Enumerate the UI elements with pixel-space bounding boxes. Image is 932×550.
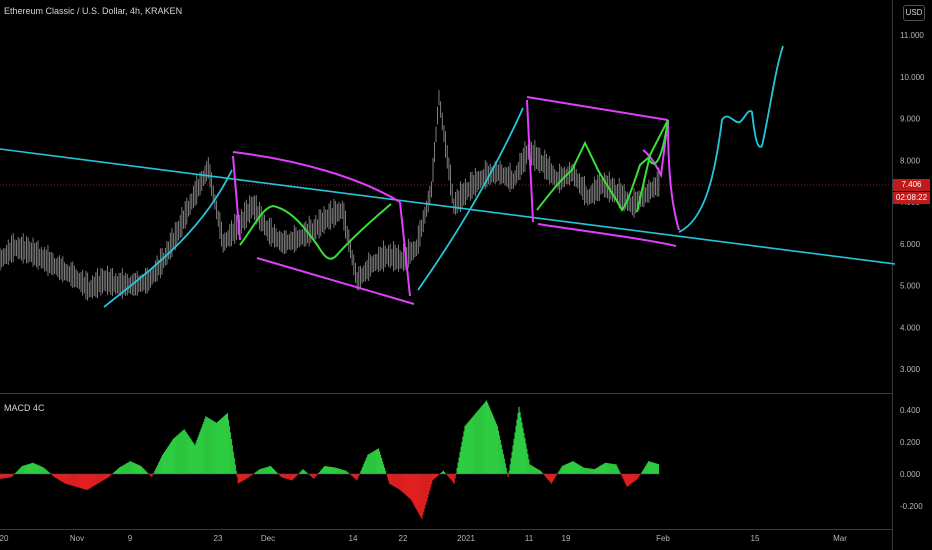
channel-line [526, 96, 669, 121]
macd-bars-layer [0, 400, 660, 519]
time-tick-label: Nov [70, 534, 84, 543]
macd-tick-label: 0.200 [900, 438, 921, 447]
price-tick-label: 5.000 [900, 282, 921, 291]
price-tick-label: 4.000 [900, 323, 921, 332]
last-price-tag: 7.406 [893, 179, 930, 191]
time-tick-label: 14 [349, 534, 358, 543]
price-tick-label: 10.000 [900, 73, 925, 82]
price-tick-label: 8.000 [900, 156, 921, 165]
macd-tick-label: -0.200 [900, 502, 923, 511]
time-tick-label: 15 [751, 534, 760, 543]
macd-bar [358, 474, 360, 476]
time-tick-label: 20 [0, 534, 9, 543]
time-axis: 20 Nov 9 23 Dec 14 22 2021 11 19 Feb 15 Mar [0, 534, 847, 543]
macd-bar [384, 470, 387, 474]
macd-tick-label: 0.400 [900, 406, 921, 415]
pattern-wave [536, 119, 669, 213]
macd-bar [235, 470, 237, 474]
time-tick-label: 9 [128, 534, 133, 543]
price-tick-label: 3.000 [900, 365, 921, 374]
channel-line [667, 119, 680, 231]
price-tick-label: 9.000 [900, 115, 921, 124]
macd-bar [657, 464, 660, 474]
cyan-curve [103, 169, 233, 308]
macd-title: MACD 4C [4, 403, 45, 413]
time-tick-label: 22 [399, 534, 408, 543]
time-tick-label: 2021 [457, 534, 475, 543]
time-tick-label: 23 [214, 534, 223, 543]
channel-line [526, 99, 534, 223]
candles-layer [0, 89, 660, 301]
time-tick-label: Dec [261, 534, 275, 543]
drawings-layer [0, 45, 896, 308]
macd-bar [454, 474, 456, 479]
price-tick-label: 11.000 [900, 31, 924, 40]
macd-bar [507, 474, 509, 478]
macd-axis: 0.400 0.200 0.000 -0.200 [900, 406, 923, 511]
time-tick-label: Feb [656, 534, 670, 543]
time-tick-label: 11 [525, 534, 534, 543]
cyan-projection [678, 45, 784, 233]
chart-canvas: 11.00010.0009.0008.0007.0006.0005.0004.0… [0, 0, 925, 550]
symbol-title: Ethereum Classic / U.S. Dollar, 4h, KRAK… [4, 6, 183, 16]
time-tick-label: Mar [833, 534, 847, 543]
currency-button[interactable]: USD [903, 5, 925, 21]
time-tick-label: 19 [562, 534, 571, 543]
price-tick-label: 6.000 [900, 240, 921, 249]
countdown-tag: 02:08:22 [893, 192, 930, 204]
channel-line [232, 151, 401, 203]
macd-tick-label: 0.000 [900, 470, 921, 479]
